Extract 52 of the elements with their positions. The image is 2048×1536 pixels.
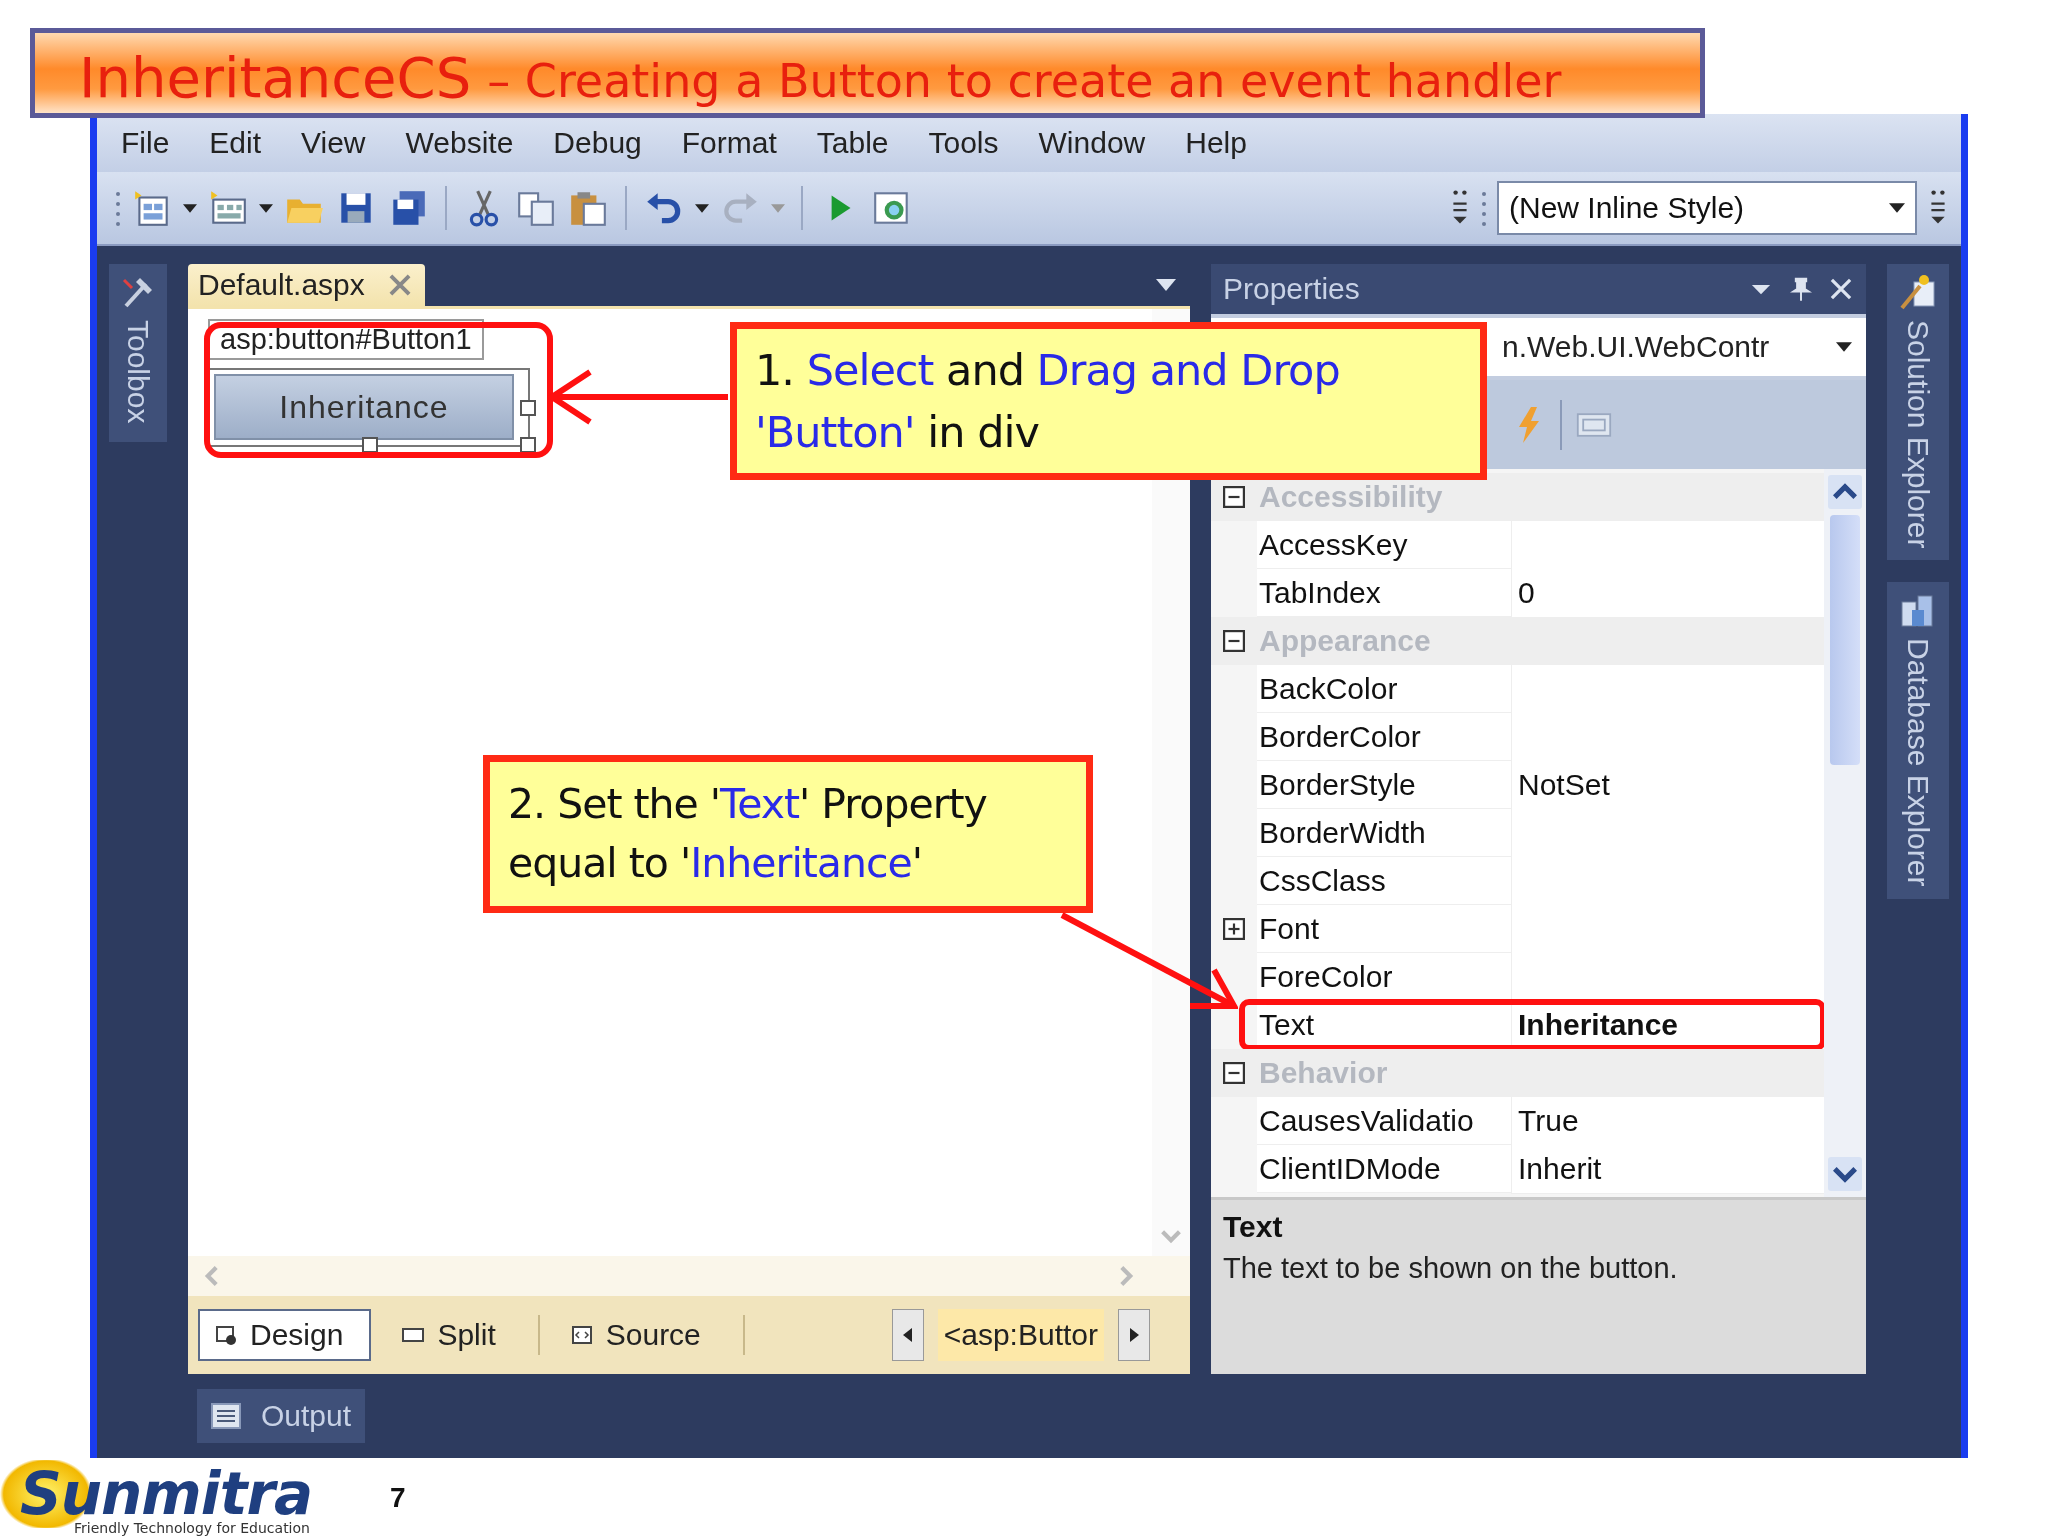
- property-name: TabIndex: [1259, 575, 1381, 610]
- view-tab[interactable]: Design: [198, 1309, 372, 1361]
- toolbox-tab[interactable]: Toolbox: [109, 264, 167, 442]
- property-name: CssClass: [1259, 863, 1386, 898]
- view-tab[interactable]: Source: [553, 1309, 729, 1361]
- side-tab[interactable]: Solution Explorer: [1887, 264, 1949, 561]
- menu-item[interactable]: Debug: [553, 126, 642, 160]
- side-tab[interactable]: Database Explorer: [1887, 582, 1949, 899]
- property-name: CausesValidatio: [1259, 1103, 1474, 1138]
- menu-item[interactable]: Tools: [928, 126, 999, 160]
- menu-item[interactable]: Website: [405, 126, 514, 160]
- property-name: ClientIDMode: [1259, 1151, 1441, 1186]
- property-name: ForeColor: [1259, 959, 1393, 994]
- description-title: Text: [1223, 1210, 1284, 1244]
- panel-title: Properties: [1223, 272, 1360, 306]
- property-name: BackColor: [1259, 671, 1398, 706]
- category-name: Behavior: [1258, 1056, 1388, 1090]
- property-name: BorderWidth: [1259, 815, 1426, 850]
- document-tab-title: Default.aspx: [198, 268, 365, 302]
- document-tab[interactable]: Default.aspx: [188, 264, 425, 306]
- menu-item[interactable]: View: [301, 126, 366, 160]
- output-tab[interactable]: Output: [197, 1389, 366, 1443]
- page-number: 7: [390, 1482, 406, 1514]
- toolbox-label: Toolbox: [121, 320, 155, 424]
- menu-item[interactable]: Table: [816, 126, 889, 160]
- slide-title: InheritanceCS: [79, 45, 472, 110]
- property-value[interactable]: True: [1518, 1103, 1579, 1138]
- design-button[interactable]: Inheritance: [214, 374, 514, 440]
- property-name: AccessKey: [1259, 527, 1408, 562]
- property-value[interactable]: 0: [1518, 575, 1535, 610]
- property-value[interactable]: Inherit: [1518, 1151, 1602, 1186]
- menu-item[interactable]: File: [121, 126, 170, 160]
- menu-item[interactable]: Edit: [209, 126, 262, 160]
- description-text: The text to be shown on the button.: [1223, 1252, 1679, 1285]
- category-name: Accessibility: [1258, 480, 1443, 514]
- menu-item[interactable]: Help: [1185, 126, 1247, 160]
- property-name: Font: [1259, 911, 1320, 946]
- callout-text: 1. Select and Drag and Drop 'Button' in div: [755, 343, 1340, 459]
- property-name: BorderColor: [1259, 719, 1421, 754]
- menu-item[interactable]: Window: [1038, 126, 1146, 160]
- callout-text: 2. Set the 'Text' Property equal to 'Inheritance': [508, 778, 987, 889]
- view-tab[interactable]: Split: [385, 1309, 524, 1361]
- slide-subtitle: – Creating a Button to create an event handler: [487, 54, 1562, 108]
- side-tab-label: Database Explorer: [1901, 638, 1935, 887]
- property-name: Text: [1259, 1007, 1315, 1042]
- menu-item[interactable]: Format: [681, 126, 777, 160]
- category-name: Appearance: [1258, 624, 1431, 658]
- output-label: Output: [261, 1399, 352, 1433]
- tag-breadcrumb[interactable]: <asp:Buttor: [937, 1309, 1104, 1361]
- side-tab-label: Solution Explorer: [1901, 320, 1935, 549]
- property-name: BorderStyle: [1259, 767, 1416, 802]
- style-dropdown[interactable]: (New Inline Style): [1497, 181, 1917, 235]
